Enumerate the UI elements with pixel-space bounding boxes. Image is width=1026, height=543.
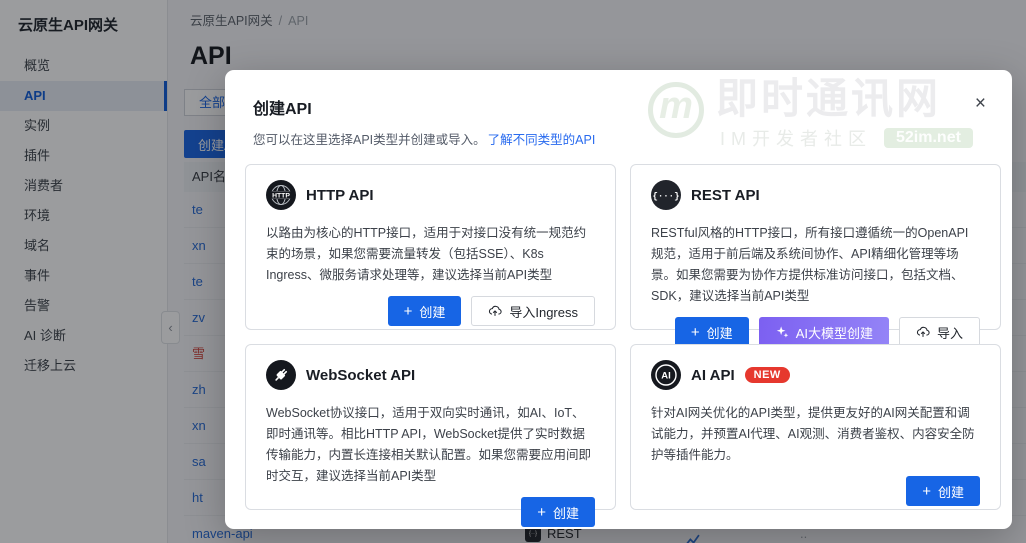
card-http-api: HTTP HTTP API 以路由为核心的HTTP接口，适用于对接口没有统一规范… [245,164,616,330]
card-buttons: + 创建 AI大模型创建 导入 [651,317,980,347]
svg-text:HTTP: HTTP [272,192,290,199]
new-badge: NEW [744,367,790,383]
ai-model-create-button[interactable]: AI大模型创建 [758,317,889,347]
card-websocket-api: WebSocket API WebSocket协议接口，适用于双向实时通讯，如A… [245,344,616,527]
card-description: WebSocket协议接口，适用于双向实时通讯，如AI、IoT、即时通讯等。相比… [266,406,592,483]
create-ai-button[interactable]: + 创建 [906,476,980,506]
learn-api-types-link[interactable]: 了解不同类型的API [488,133,596,147]
card-buttons: + 创建 [266,497,595,527]
card-buttons: + 创建 [651,476,980,506]
watermark-logo-letter: m [659,85,693,127]
rest-braces-icon: {···} [651,180,681,210]
http-globe-icon: HTTP [266,180,296,210]
card-rest-api: {···} REST API RESTful风格的HTTP接口，所有接口遵循统一… [630,164,1001,347]
svg-text:AI: AI [661,371,671,382]
card-buttons: + 创建 导入Ingress [266,296,595,326]
watermark-site-badge: 52im.net [884,128,973,149]
modal-description: 您可以在这里选择API类型并创建或导入。 了解不同类型的API [253,129,595,148]
plus-icon: + [537,503,546,521]
watermark: m 即时通讯网 IM开发者社区 52im.net [648,75,973,151]
card-title: REST API [691,186,760,204]
create-api-modal: m 即时通讯网 IM开发者社区 52im.net × 创建API 您可以在这里选… [225,70,1012,529]
watermark-subtitle: IM开发者社区 [720,129,872,150]
card-description: 以路由为核心的HTTP接口，适用于对接口没有统一规范约束的场景，如果您需要流量转… [266,226,587,282]
upload-icon [488,304,502,318]
card-description: RESTful风格的HTTP接口，所有接口遵循统一的OpenAPI规范，适用于前… [651,226,969,303]
import-rest-button[interactable]: 导入 [898,317,980,347]
modal-description-text: 您可以在这里选择API类型并创建或导入。 [253,133,486,147]
ai-circle-icon: AI [651,360,681,390]
card-title: AI API [691,366,735,384]
card-title: HTTP API [306,186,374,204]
create-websocket-button[interactable]: + 创建 [521,497,595,527]
api-type-cards: HTTP HTTP API 以路由为核心的HTTP接口，适用于对接口没有统一规范… [245,164,1001,527]
ai-sparkle-icon [775,325,789,339]
import-ingress-button[interactable]: 导入Ingress [471,296,595,326]
card-title: WebSocket API [306,366,416,384]
create-http-button[interactable]: + 创建 [387,296,462,326]
watermark-title: 即时通讯网 [716,75,942,122]
create-rest-button[interactable]: + 创建 [674,317,749,347]
card-description: 针对AI网关优化的API类型，提供更友好的AI网关配置和调试能力，并预置AI代理… [651,406,975,462]
upload-icon [916,325,930,339]
watermark-logo: m [648,82,704,138]
plus-icon: + [690,323,700,341]
svg-text:{···}: {···} [652,192,679,202]
plus-icon: + [403,302,413,320]
card-ai-api: AI AI API NEW 针对AI网关优化的API类型，提供更友好的AI网关配… [630,344,1001,510]
websocket-plug-icon [266,360,296,390]
plus-icon: + [922,482,931,500]
close-icon[interactable]: × [975,94,986,113]
modal-title: 创建API [253,101,312,118]
